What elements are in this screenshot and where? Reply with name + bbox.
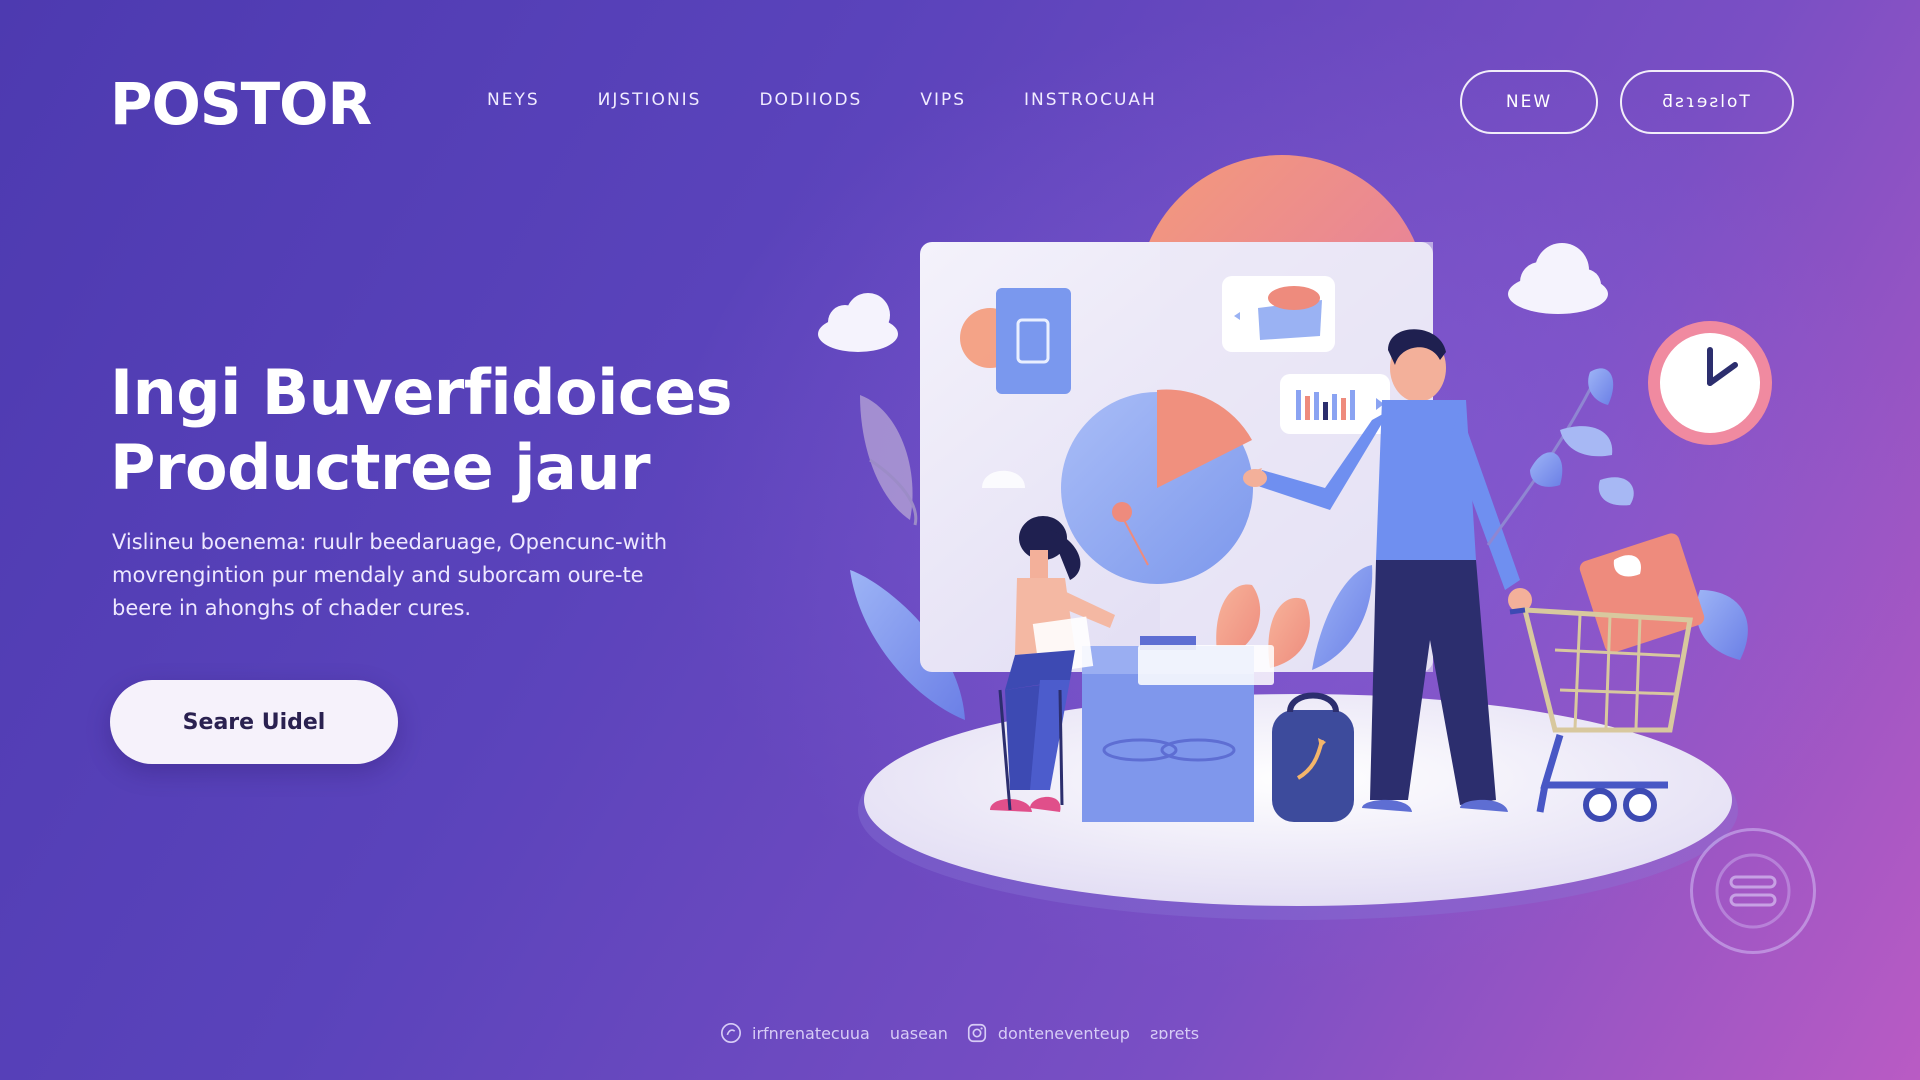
- cta-button[interactable]: Seare Uidel: [110, 680, 398, 764]
- secondary-header-button[interactable]: ƌƨɿɘƨloT: [1620, 70, 1794, 134]
- clock-icon: [1648, 321, 1772, 445]
- hero-title: Ingi Buverfidoices Productree jaur: [110, 355, 810, 505]
- footer-link-2[interactable]: uasean: [890, 1024, 948, 1043]
- footer-link-1[interactable]: irfnrenatecuua: [752, 1024, 870, 1043]
- cloud-icon: [818, 293, 898, 352]
- new-button[interactable]: NEW: [1460, 70, 1598, 134]
- nav-item-2[interactable]: ИJSTIONIS: [598, 90, 702, 110]
- menu-icon: [1715, 853, 1791, 929]
- nav-item-4[interactable]: VIPS: [920, 90, 966, 110]
- nav-item-3[interactable]: DODIIODS: [759, 90, 862, 110]
- hero-desc-line-2: movrengintion pur mendaly and suborcam o…: [112, 563, 644, 587]
- hero-description: Vislineu boenemа: ruulr beedaruage, Open…: [112, 526, 692, 625]
- crate-box: [1082, 636, 1274, 822]
- hero-title-line-1: Ingi Buverfidoices: [110, 356, 733, 429]
- cloud-icon: [1508, 243, 1608, 314]
- backpack-icon: [1272, 692, 1354, 822]
- nav-item-1[interactable]: NEYS: [487, 90, 540, 110]
- nav-item-5[interactable]: INSTROCUAH: [1024, 90, 1157, 110]
- hero-desc-line-1: Vislineu boenemа: ruulr beedaruage, Open…: [112, 530, 668, 554]
- image-card: [1222, 276, 1335, 352]
- footer-link-3[interactable]: donteneventeup: [998, 1024, 1130, 1043]
- hero-desc-line-3: beere in ahonghs of chader cures.: [112, 596, 472, 620]
- footer-link-4[interactable]: ƨɒrets: [1150, 1024, 1199, 1043]
- main-nav: NEYS ИJSTIONIS DODIIODS VIPS INSTROCUAH: [487, 90, 1215, 110]
- globe-icon: [721, 1023, 741, 1043]
- instagram-icon: [967, 1023, 986, 1043]
- logo[interactable]: POSTOR: [110, 70, 372, 138]
- hero-illustration: [818, 155, 1772, 920]
- menu-fab[interactable]: [1690, 828, 1816, 954]
- hero-title-line-2: Productree jaur: [110, 431, 651, 504]
- footer: irfnrenatecuua uasean donteneventeup ƨɒr…: [720, 1022, 1199, 1044]
